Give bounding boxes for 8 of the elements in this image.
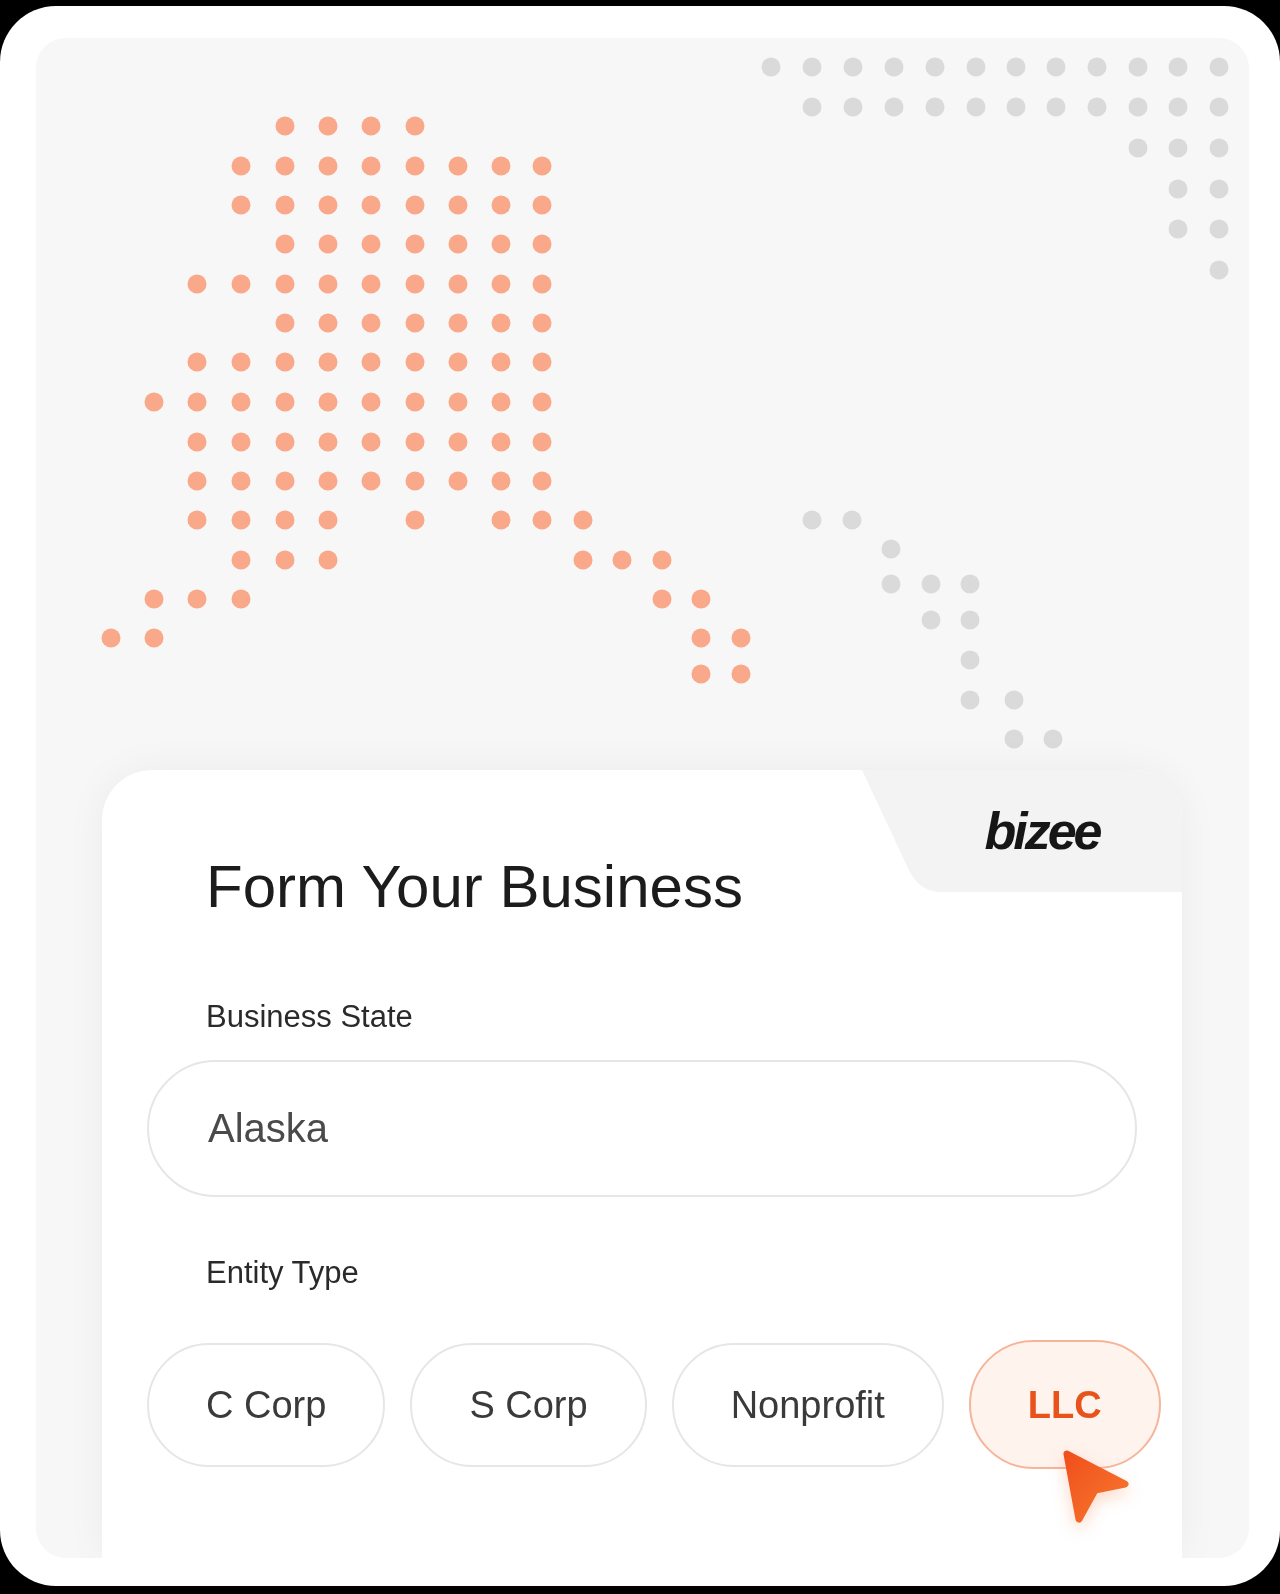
field-label: Entity Type [206,1257,359,1288]
state-input[interactable]: Alaska [147,1060,1137,1197]
brand-logo: bizee [984,805,1100,857]
form-title: Form Your Business [206,857,743,917]
entity-type-option[interactable]: Nonprofit [671,1342,944,1467]
field-label: Business State [206,1001,413,1032]
entity-type-option[interactable]: C Corp [147,1342,386,1467]
entity-type-option[interactable]: S Corp [410,1342,647,1467]
